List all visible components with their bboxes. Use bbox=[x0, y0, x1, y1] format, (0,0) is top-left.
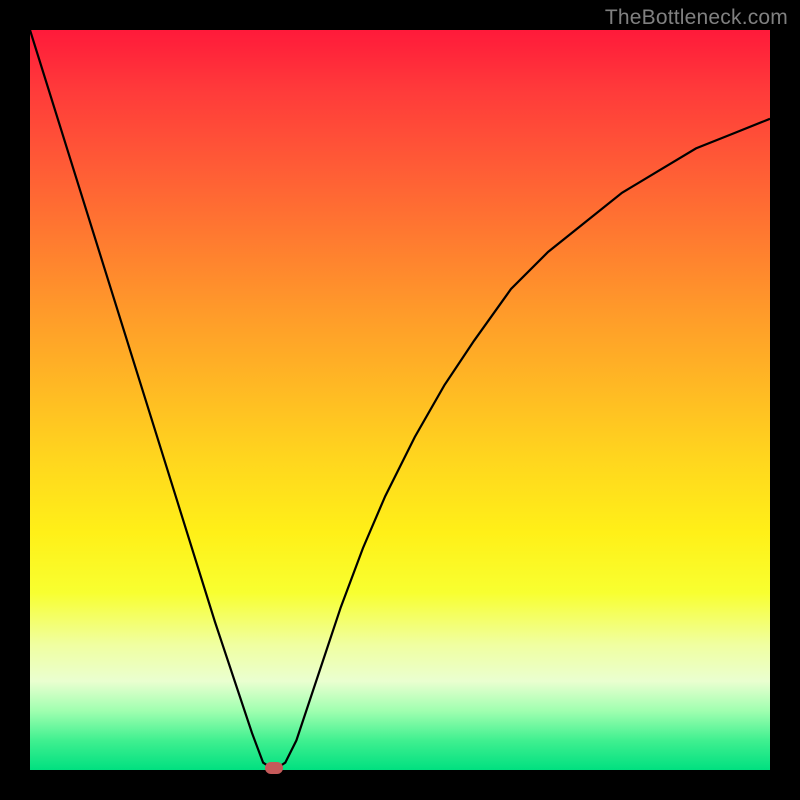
bottleneck-curve bbox=[30, 30, 770, 770]
watermark-text: TheBottleneck.com bbox=[605, 6, 788, 30]
chart-frame: TheBottleneck.com bbox=[0, 0, 800, 800]
plot-area bbox=[30, 30, 770, 770]
min-marker bbox=[265, 762, 283, 774]
